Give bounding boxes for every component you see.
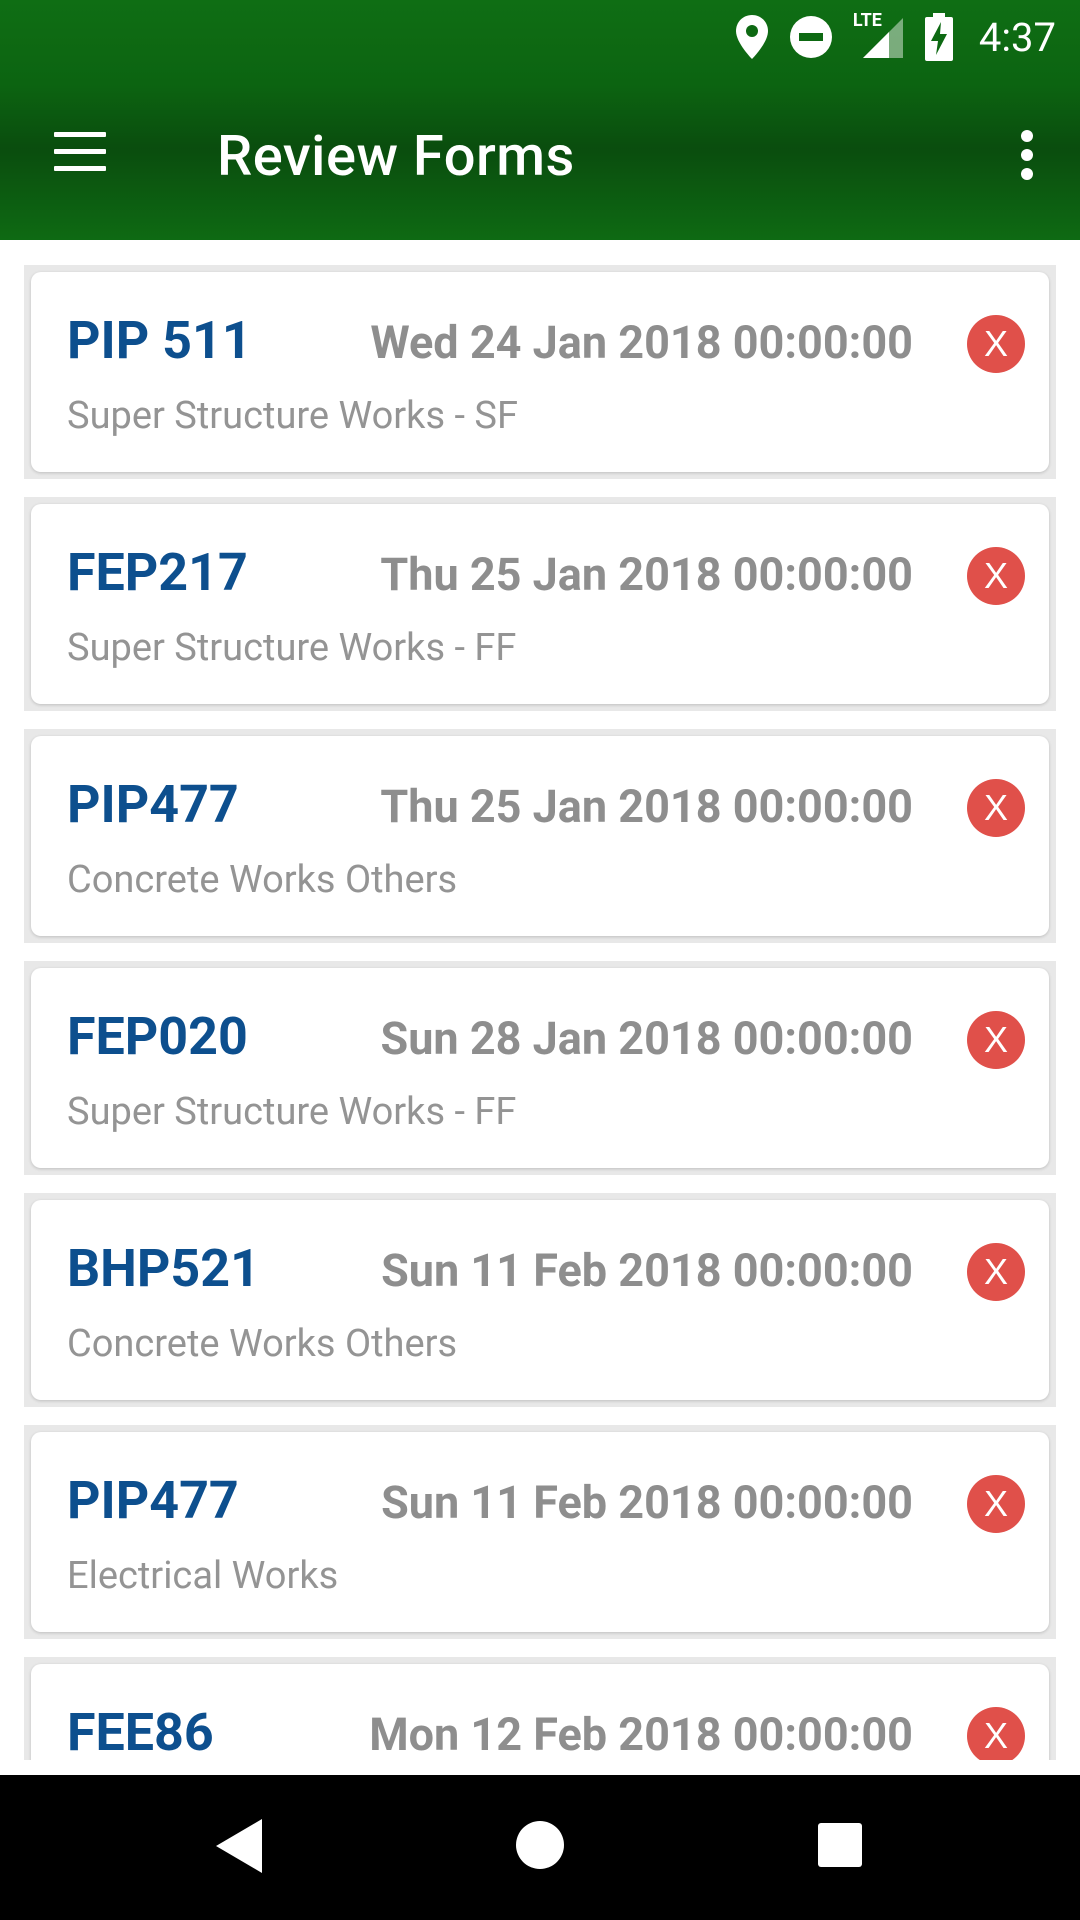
form-date: Sun 11 Feb 2018 00:00:00: [381, 1244, 913, 1297]
form-description: Super Structure Works - FF: [67, 1090, 517, 1134]
form-code: PIP477: [67, 1470, 239, 1531]
form-code: FEP217: [67, 542, 248, 603]
form-description: Electrical Works: [67, 1554, 339, 1598]
delete-button[interactable]: X: [967, 315, 1025, 373]
recent-apps-icon[interactable]: [818, 1823, 862, 1867]
form-code: FEE86: [67, 1702, 214, 1760]
form-description: Super Structure Works - SF: [67, 394, 518, 438]
more-options-icon[interactable]: [1000, 120, 1050, 190]
list-item[interactable]: FEP020 Sun 28 Jan 2018 00:00:00 Super St…: [24, 961, 1056, 1175]
forms-list[interactable]: PIP 511 Wed 24 Jan 2018 00:00:00 Super S…: [0, 240, 1080, 1760]
list-item[interactable]: PIP 511 Wed 24 Jan 2018 00:00:00 Super S…: [24, 265, 1056, 479]
delete-button[interactable]: X: [967, 779, 1025, 837]
form-date: Thu 25 Jan 2018 00:00:00: [380, 780, 913, 833]
form-code: BHP521: [67, 1238, 260, 1299]
form-description: Super Structure Works - FF: [67, 626, 517, 670]
toolbar: Review Forms: [0, 75, 1080, 240]
form-code: PIP 511: [67, 310, 252, 371]
form-date: Thu 25 Jan 2018 00:00:00: [380, 548, 913, 601]
form-description: Concrete Works Others: [67, 858, 458, 902]
back-icon[interactable]: [216, 1819, 262, 1873]
form-description: Concrete Works Others: [67, 1322, 458, 1366]
list-item[interactable]: BHP521 Sun 11 Feb 2018 00:00:00 Concrete…: [24, 1193, 1056, 1407]
form-date: Wed 24 Jan 2018 00:00:00: [370, 316, 913, 369]
home-icon[interactable]: [516, 1821, 564, 1869]
menu-icon[interactable]: [50, 128, 110, 178]
delete-button[interactable]: X: [967, 1011, 1025, 1069]
form-code: FEP020: [67, 1006, 248, 1067]
app-bar: LTE 4:37 Review Forms: [0, 0, 1080, 240]
delete-button[interactable]: X: [967, 547, 1025, 605]
list-item[interactable]: PIP477 Thu 25 Jan 2018 00:00:00 Concrete…: [24, 729, 1056, 943]
delete-button[interactable]: X: [967, 1707, 1025, 1760]
delete-button[interactable]: X: [967, 1475, 1025, 1533]
form-date: Sun 11 Feb 2018 00:00:00: [381, 1476, 913, 1529]
form-code: PIP477: [67, 774, 239, 835]
do-not-disturb-icon: [789, 16, 832, 58]
list-item[interactable]: FEP217 Thu 25 Jan 2018 00:00:00 Super St…: [24, 497, 1056, 711]
status-time: 4:37: [978, 13, 1056, 61]
signal-icon: LTE: [853, 10, 905, 60]
form-date: Sun 28 Jan 2018 00:00:00: [380, 1012, 914, 1065]
location-icon: [735, 15, 768, 59]
form-date: Mon 12 Feb 2018 00:00:00: [369, 1708, 913, 1760]
page-title: Review Forms: [217, 123, 575, 189]
navigation-bar: [0, 1775, 1080, 1920]
status-bar: LTE 4:37: [0, 0, 1080, 75]
delete-button[interactable]: X: [967, 1243, 1025, 1301]
list-item[interactable]: PIP477 Sun 11 Feb 2018 00:00:00 Electric…: [24, 1425, 1056, 1639]
battery-charging-icon: [924, 13, 953, 61]
list-item[interactable]: FEE86 Mon 12 Feb 2018 00:00:00 X: [24, 1657, 1056, 1760]
